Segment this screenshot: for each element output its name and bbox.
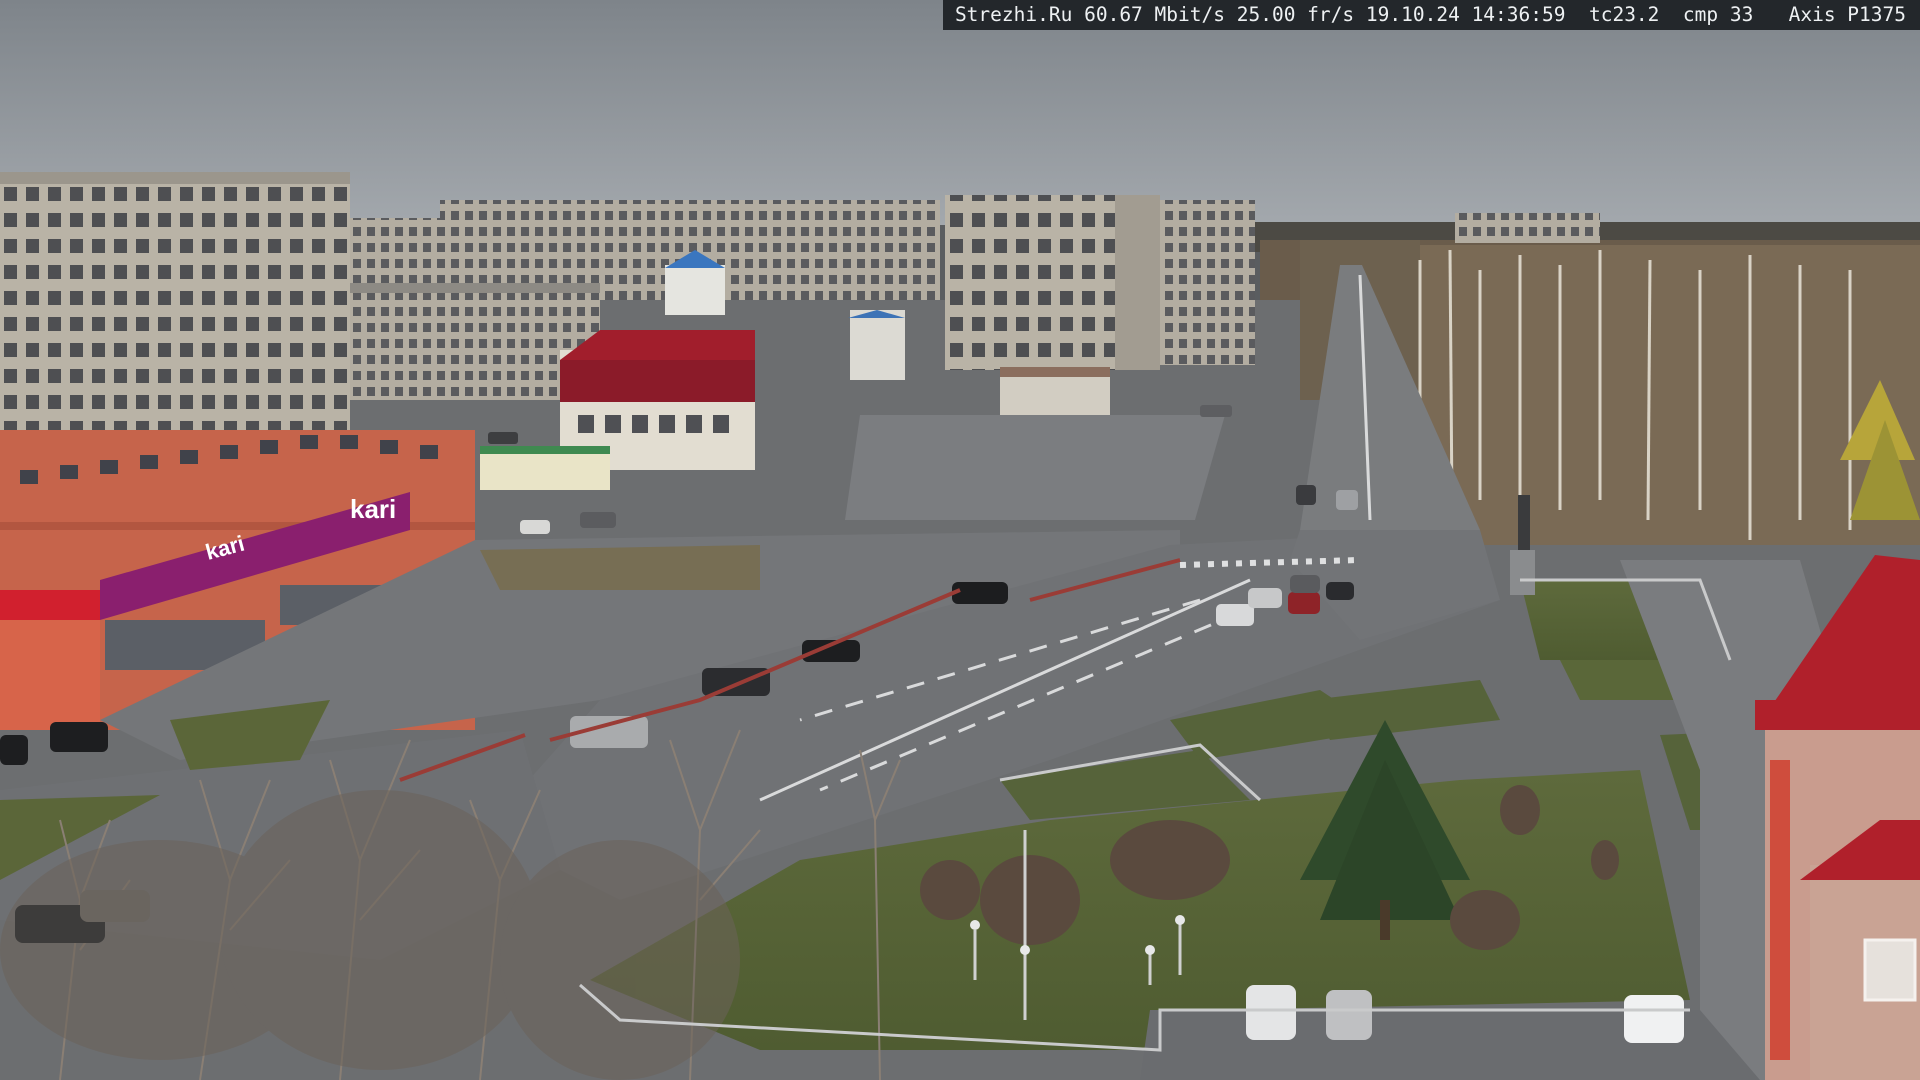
osd-tc: tc23.2 [1588, 3, 1660, 26]
central-tall-building [945, 195, 1255, 370]
camera-osd-overlay: Strezhi.Ru 60.67 Mbit/s 25.00 fr/s 19.10… [942, 0, 1920, 30]
street-scene: kari kari [0, 0, 1920, 1080]
osd-framerate: 25.00 fr/s [1236, 3, 1355, 26]
osd-cmp: cmp 33 [1682, 3, 1754, 26]
store-sign: kari [350, 494, 396, 524]
osd-date: 19.10.24 [1365, 3, 1460, 26]
osd-camera: Axis P1375 [1788, 3, 1906, 26]
osd-time: 14:36:59 [1471, 3, 1566, 26]
osd-site: Strezhi.Ru [954, 3, 1073, 26]
osd-bitrate: 60.67 Mbit/s [1084, 3, 1225, 26]
square-parking [845, 415, 1225, 520]
